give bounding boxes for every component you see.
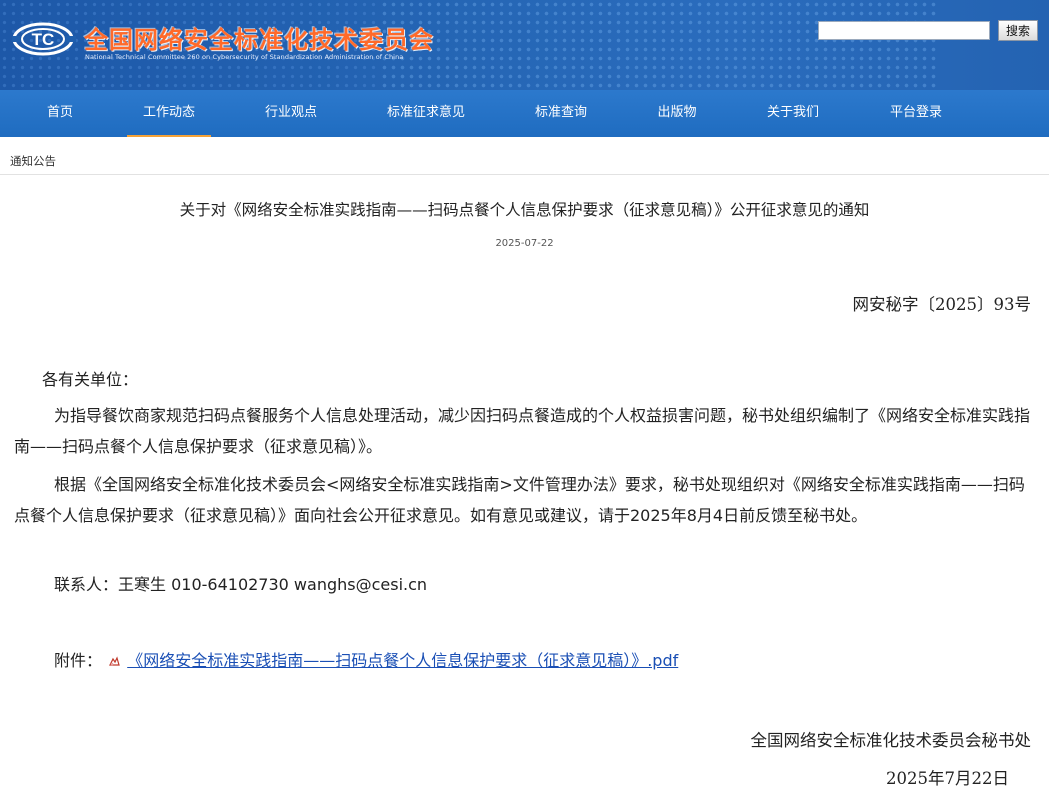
- pdf-file-icon: [109, 656, 120, 666]
- article-title: 关于对《网络安全标准实践指南——扫码点餐个人信息保护要求（征求意见稿）》公开征求…: [179, 201, 870, 219]
- contact-info: 联系人：王寒生 010-64102730 wanghs@cesi.cn: [54, 575, 428, 594]
- tc-emblem-icon[interactable]: TC: [12, 19, 76, 59]
- breadcrumb-divider: [0, 174, 1049, 175]
- site-header: TC 全国网络安全标准化技术委员会 National Technical Com…: [0, 0, 1049, 90]
- salutation: 各有关单位：: [42, 370, 139, 389]
- attachment-label: 附件：: [54, 651, 103, 670]
- article-date: 2025-07-22: [495, 238, 554, 249]
- nav-item-work-news[interactable]: 工作动态: [126, 90, 212, 137]
- search-input[interactable]: [818, 21, 990, 40]
- paragraph-request: 根据《全国网络安全标准化技术委员会<网络安全标准实践指南>文件管理办法》要求，秘…: [14, 475, 1025, 525]
- nav-item-platform-login[interactable]: 平台登录: [890, 90, 942, 137]
- site-title[interactable]: 全国网络安全标准化技术委员会: [84, 20, 434, 55]
- paragraph-purpose: 为指导餐饮商家规范扫码点餐服务个人信息处理活动，减少因扫码点餐造成的个人权益损害…: [14, 406, 1031, 456]
- site-subtitle: National Technical Committee 260 on Cybe…: [85, 53, 404, 61]
- logo-text: TC: [32, 30, 55, 49]
- document-number: 网安秘字〔2025〕93号: [852, 295, 1032, 314]
- attachment-pdf-link[interactable]: 《网络安全标准实践指南——扫码点餐个人信息保护要求（征求意见稿）》.pdf: [127, 651, 678, 670]
- main-nav: 首页 工作动态 行业观点 标准征求意见 标准查询 出版物 关于我们 平台登录: [0, 90, 1049, 137]
- breadcrumb[interactable]: 通知公告: [10, 153, 56, 169]
- nav-item-standard-search[interactable]: 标准查询: [535, 90, 587, 137]
- attachment-row: 附件： 《网络安全标准实践指南——扫码点餐个人信息保护要求（征求意见稿）》.pd…: [54, 646, 1049, 677]
- signature-date: 2025年7月22日: [886, 769, 1009, 788]
- nav-item-standard-comments[interactable]: 标准征求意见: [387, 90, 465, 137]
- header-dot-pattern-map: [380, 0, 940, 90]
- signature-organization: 全国网络安全标准化技术委员会秘书处: [750, 731, 1032, 750]
- nav-item-publications[interactable]: 出版物: [657, 90, 696, 137]
- nav-item-home[interactable]: 首页: [47, 90, 73, 137]
- nav-item-industry-views[interactable]: 行业观点: [265, 90, 317, 137]
- search-button[interactable]: 搜索: [998, 20, 1038, 41]
- nav-item-about-us[interactable]: 关于我们: [767, 90, 819, 137]
